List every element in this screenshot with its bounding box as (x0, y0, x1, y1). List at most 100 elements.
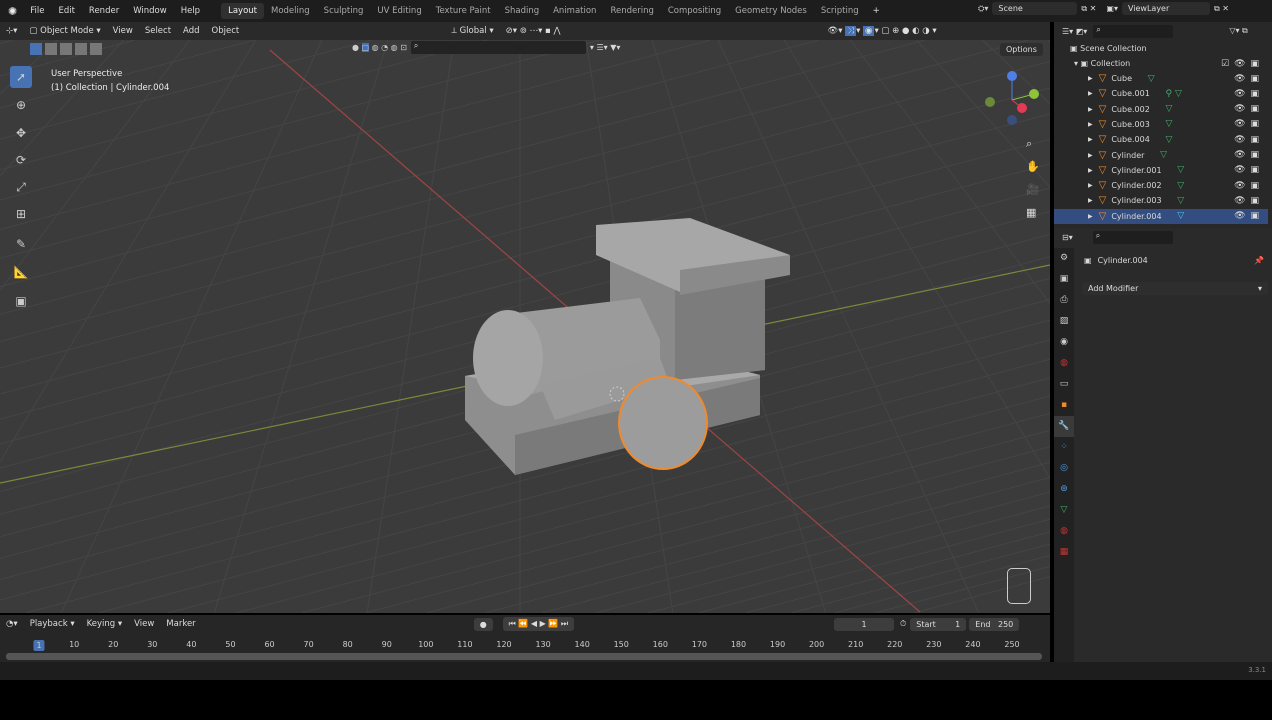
pan-hand-icon[interactable]: ✋ (1026, 155, 1040, 178)
tab-sculpting[interactable]: Sculpting (317, 3, 371, 19)
options-button[interactable]: Options (1000, 43, 1043, 56)
menu-file[interactable]: File (23, 6, 51, 16)
mode-selector[interactable]: ▢ Object Mode ▾ (23, 24, 106, 38)
selection-mode-buttons[interactable] (30, 40, 102, 58)
record-button[interactable]: ● (473, 617, 493, 631)
outliner-item[interactable]: ▶ ▽ Cube.004 ▽ 👁▣ (1054, 132, 1268, 147)
viewport-shading-icons[interactable]: 👁▾ ⤨ ▾ ◉ ▾ ▢ ⊕ ● ◐ ◑ ▾ (822, 24, 943, 38)
view-layer-icon[interactable]: ▣▾ (1106, 4, 1118, 13)
visibility-icons[interactable]: 👁▣ (1234, 181, 1264, 191)
tab-texture-paint[interactable]: Texture Paint (429, 3, 498, 19)
properties-search-input[interactable]: ⌕ (1092, 230, 1173, 244)
editor-type-icon[interactable]: ⊹▾ (0, 24, 23, 38)
outliner-item[interactable]: ▶ ▽ Cube.001 ⚲ ▽ 👁▣ (1054, 86, 1268, 101)
navigation-gizmo[interactable] (982, 68, 1044, 130)
expand-icon[interactable]: ▶ (1088, 136, 1093, 143)
expand-icon[interactable]: ▶ (1088, 197, 1093, 204)
viewport-search-input[interactable]: ⌕ (410, 41, 586, 54)
visibility-icons[interactable]: 👁▣ (1234, 165, 1264, 175)
blender-logo-icon[interactable]: ✺ (0, 5, 23, 18)
menu-view[interactable]: View (107, 24, 139, 38)
expand-icon[interactable]: ▶ (1088, 213, 1093, 220)
start-frame-field[interactable]: 1 (955, 620, 960, 629)
playhead[interactable]: 1 (33, 640, 45, 651)
properties-tabs[interactable]: ⚙ ▣ ⎙ ▨ ◉ ◍ ▭ ▪ 🔧 ⁘ ◎ ⊛ ▽ ◍ ▦ (1054, 248, 1074, 662)
tab-uv-editing[interactable]: UV Editing (370, 3, 428, 19)
timeline-scrollbar[interactable] (6, 653, 1042, 660)
expand-icon[interactable]: ▶ (1088, 152, 1093, 159)
select-tool-icon[interactable]: ➚ (10, 66, 32, 88)
tab-modeling[interactable]: Modeling (264, 3, 317, 19)
collection-label[interactable]: Collection (1091, 59, 1131, 68)
view-layer-selector[interactable]: ViewLayer (1121, 2, 1210, 15)
new-scene-icon[interactable]: ⧉ ✕ (1081, 4, 1096, 14)
visibility-icons[interactable]: 👁▣ (1234, 89, 1264, 99)
filter-funnel-icon[interactable]: ▾ ☰▾ ▼▾ (590, 43, 620, 52)
marker-menu[interactable]: Marker (160, 617, 201, 631)
pin-icon[interactable]: 📌 (1254, 256, 1264, 265)
visibility-icons[interactable]: 👁▣ (1234, 74, 1264, 84)
outliner-item[interactable]: ▶ ▽ Cylinder.001 ▽ 👁▣ (1054, 163, 1268, 178)
visibility-icons[interactable]: 👁▣ (1234, 104, 1264, 114)
expand-icon[interactable]: ▶ (1088, 167, 1093, 174)
menu-edit[interactable]: Edit (51, 6, 81, 16)
expand-icon[interactable]: ▶ (1088, 182, 1093, 189)
visibility-icons[interactable]: 👁▣ (1234, 211, 1264, 221)
scene-selector[interactable]: Scene (992, 2, 1078, 15)
new-view-layer-icon[interactable]: ⧉ ✕ (1214, 4, 1229, 14)
tab-rendering[interactable]: Rendering (603, 3, 660, 19)
scale-tool-icon[interactable]: ⤢ (10, 176, 32, 198)
scene-icon[interactable]: ⛭▾ (978, 4, 988, 14)
orientation-selector[interactable]: ⟂ Global ▾ (445, 24, 499, 38)
tab-layout[interactable]: Layout (221, 3, 264, 19)
pivot-icon[interactable]: ⊘▾ ⊚ ⋯▾ ▪ ⋀ (500, 24, 567, 38)
expand-icon[interactable]: ▶ (1088, 106, 1093, 113)
outliner-item[interactable]: ▶ ▽ Cylinder.003 ▽ 👁▣ (1054, 193, 1268, 208)
menu-add[interactable]: Add (177, 24, 205, 38)
end-frame-field[interactable]: 250 (998, 620, 1013, 629)
visibility-icons[interactable]: 👁▣ (1234, 135, 1264, 145)
outliner-item[interactable]: ▶ ▽ Cube ▽ 👁▣ (1054, 71, 1268, 86)
filter-icons[interactable]: ● ▢ ◍ ◔ ◍ ⊡ (352, 43, 407, 52)
menu-select[interactable]: Select (139, 24, 177, 38)
tab-geometry-nodes[interactable]: Geometry Nodes (728, 3, 814, 19)
outliner-search-input[interactable]: ⌕ (1093, 24, 1174, 38)
display-mode-icon[interactable]: ☰▾ ◩▾ (1062, 27, 1087, 36)
rotate-tool-icon[interactable]: ⟳ (10, 149, 32, 171)
cursor-tool-icon[interactable]: ⊕ (10, 94, 32, 116)
camera-icon[interactable]: 🎥 (1026, 178, 1040, 201)
expand-icon[interactable]: ▶ (1088, 90, 1093, 97)
visibility-icons[interactable]: ☑👁▣ (1221, 59, 1264, 69)
add-modifier-button[interactable]: Add Modifier ▾ (1082, 282, 1268, 295)
timeline-editor-icon[interactable]: ◔▾ (0, 617, 24, 631)
annotate-tool-icon[interactable]: ✎ (10, 233, 32, 255)
current-frame-field[interactable]: 1 (834, 617, 895, 631)
timeline-view-menu[interactable]: View (128, 617, 160, 631)
expand-icon[interactable]: ▶ (1088, 121, 1093, 128)
add-workspace-button[interactable]: + (866, 6, 887, 16)
collection-expand-icon[interactable]: ▾ ▣ (1074, 59, 1091, 68)
playback-controls[interactable]: ⏮ ⏪ ◀ ▶ ⏩ ⏭ (502, 617, 575, 631)
tab-compositing[interactable]: Compositing (661, 3, 728, 19)
keying-menu[interactable]: Keying ▾ (81, 617, 129, 631)
add-cube-tool-icon[interactable]: ▣ (10, 290, 32, 312)
scene-collection-label[interactable]: Scene Collection (1080, 44, 1147, 53)
measure-tool-icon[interactable]: 📐 (10, 261, 32, 283)
properties-editor-type-icon[interactable]: ⊟▾ (1062, 233, 1073, 242)
transform-tool-icon[interactable]: ⊞ (10, 203, 32, 225)
menu-help[interactable]: Help (174, 6, 207, 16)
tab-shading[interactable]: Shading (498, 3, 547, 19)
tab-animation[interactable]: Animation (546, 3, 603, 19)
move-tool-icon[interactable]: ✥ (10, 122, 32, 144)
visibility-icons[interactable]: 👁▣ (1234, 196, 1264, 206)
outliner-item[interactable]: ▶ ▽ Cylinder.002 ▽ 👁▣ (1054, 178, 1268, 193)
menu-object[interactable]: Object (206, 24, 246, 38)
visibility-icons[interactable]: 👁▣ (1234, 150, 1264, 160)
lock-icon[interactable] (1007, 568, 1031, 604)
zoom-icon[interactable]: ⌕ (1026, 132, 1040, 155)
ortho-grid-icon[interactable]: ▦ (1026, 201, 1040, 224)
outliner-item[interactable]: ▶ ▽ Cube.003 ▽ 👁▣ (1054, 117, 1268, 132)
playback-menu[interactable]: Playback ▾ (24, 617, 81, 631)
outliner-item[interactable]: ▶ ▽ Cylinder.004 ▽ 👁▣ (1054, 208, 1268, 224)
outliner-item[interactable]: ▶ ▽ Cube.002 ▽ 👁▣ (1054, 102, 1268, 117)
